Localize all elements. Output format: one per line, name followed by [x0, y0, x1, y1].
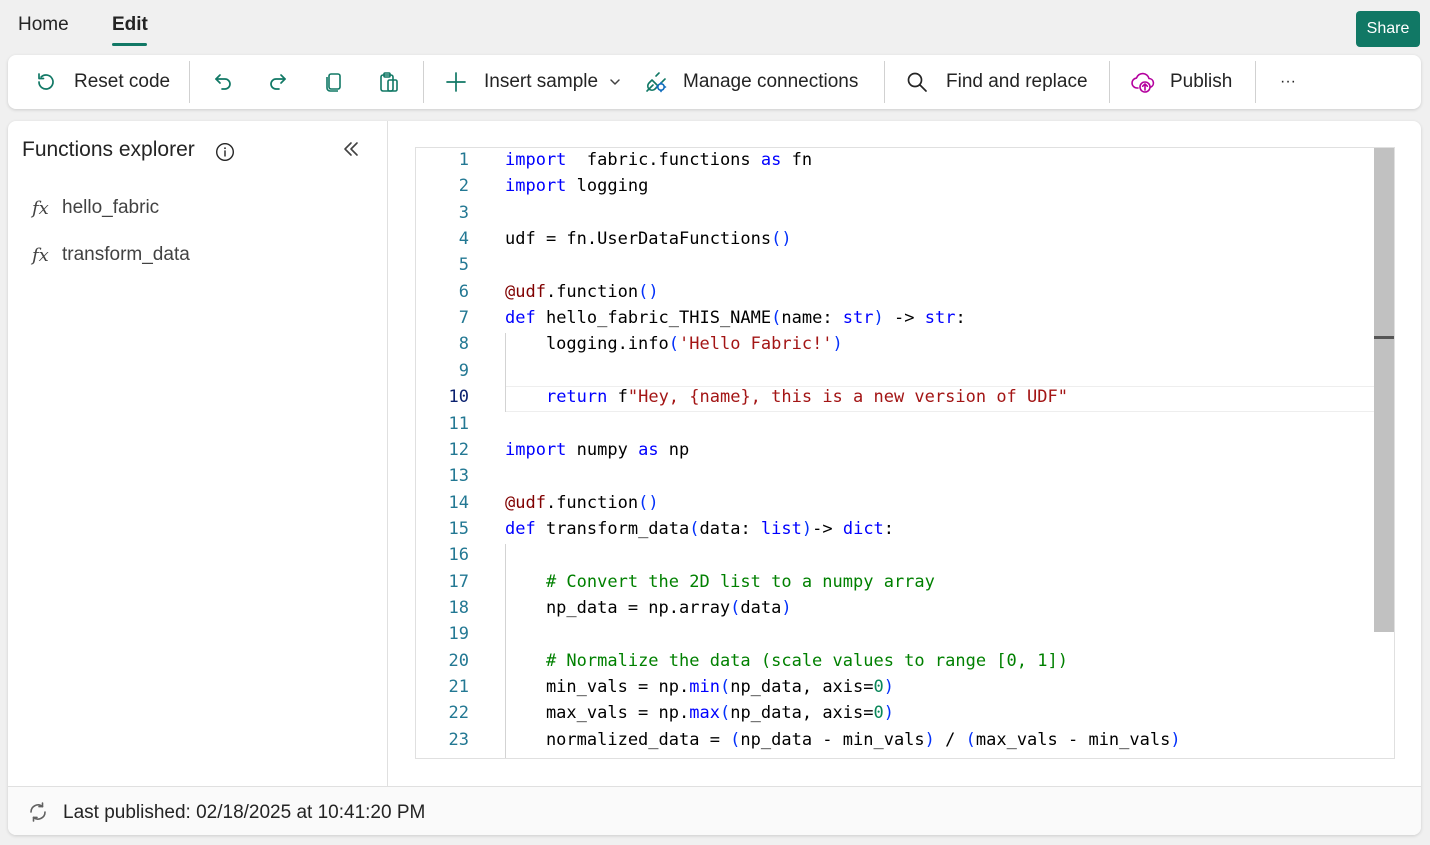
- line-number: 1: [458, 150, 469, 170]
- line-number: 15: [448, 518, 469, 539]
- function-icon: fx: [32, 197, 49, 219]
- paste-button[interactable]: [377, 55, 401, 109]
- code-area[interactable]: import fabric.functions as fn import logg…: [505, 148, 1374, 758]
- code-line: np_data = np.array(data): [505, 597, 792, 618]
- copy-icon: [326, 73, 341, 92]
- main-panel: Functions explorer fx hello_fabric fx tr…: [8, 121, 1421, 835]
- code-line: import numpy as np: [505, 439, 690, 460]
- copy-button[interactable]: [322, 55, 346, 109]
- more-options-icon: ···: [1280, 73, 1296, 90]
- code-editor[interactable]: 1 2 3 4 5 6 7 8 9 10 11 12 13 14 15 16 17 18 19 20 21 22 23 im…: [415, 147, 1395, 759]
- plus-icon: [446, 72, 466, 92]
- code-line: def transform_data(data: list)-> dict:: [505, 518, 895, 539]
- line-number: 11: [448, 413, 469, 434]
- line-number: 9: [458, 360, 469, 381]
- function-name: transform_data: [62, 244, 190, 265]
- reset-code-label: Reset code: [74, 71, 171, 92]
- line-number-gutter: 1 2 3 4 5 6 7 8 9 10 11 12 13 14 15 16 17 18 19 20 21 22 23: [416, 148, 505, 758]
- manage-connections-label: Manage connections: [683, 71, 859, 92]
- code-line: import logging: [505, 176, 649, 197]
- status-bar: Last published: 02/18/2025 at 10:41:20 P…: [8, 786, 1421, 835]
- line-number: 5: [458, 255, 469, 276]
- line-number: 23: [448, 729, 469, 750]
- toolbar-divider: [1255, 61, 1256, 103]
- line-number: 19: [448, 624, 469, 645]
- editor-scrollbar[interactable]: [1374, 148, 1394, 758]
- code-line: udf = fn.UserDataFunctions(): [505, 229, 792, 250]
- code-line: @udf.function(): [505, 281, 659, 302]
- tab-bar: Home Edit Share: [0, 0, 1430, 52]
- line-number: 21: [448, 677, 469, 697]
- line-number: 8: [458, 334, 469, 355]
- scrollbar-thumb[interactable]: [1374, 148, 1394, 632]
- code-line: # Normalize the data (scale values to ra…: [545, 650, 1068, 671]
- line-number: 16: [448, 545, 469, 566]
- code-line: normalized_data = (np_data - min_vals) /…: [505, 729, 1181, 750]
- line-number: 17: [448, 571, 469, 592]
- scrollbar-cursor-marker: [1374, 336, 1394, 339]
- function-item-transform-data[interactable]: fx transform_data: [32, 240, 190, 270]
- explorer-title: Functions explorer: [22, 138, 195, 161]
- line-number: 18: [448, 597, 469, 618]
- toolbar-divider: [1109, 61, 1110, 103]
- insert-sample-label: Insert sample: [484, 71, 599, 92]
- line-number: 10: [448, 387, 469, 408]
- tab-edit[interactable]: Edit: [112, 14, 148, 36]
- line-number: 22: [448, 703, 469, 724]
- reset-icon: [38, 73, 54, 90]
- code-line: min_vals = np.min(np_data, axis=0): [505, 677, 894, 697]
- line-number: 12: [448, 439, 469, 460]
- paste-icon: [380, 72, 398, 92]
- last-published-text: Last published: 02/18/2025 at 10:41:20 P…: [63, 802, 426, 823]
- line-number: 6: [458, 281, 469, 302]
- manage-connections-button[interactable]: Manage connections: [643, 55, 858, 109]
- code-line: max_vals = np.max(np_data, axis=0): [505, 703, 894, 724]
- cloud-upload-icon: [1131, 72, 1155, 93]
- tab-home[interactable]: Home: [18, 14, 69, 36]
- redo-button[interactable]: [266, 55, 290, 109]
- info-icon[interactable]: [215, 142, 235, 162]
- toolbar: Reset code Insert sample Manage connecti…: [8, 55, 1421, 109]
- line-number: 3: [458, 202, 469, 223]
- code-line: def hello_fabric_THIS_NAME(name: str) ->…: [505, 308, 966, 329]
- code-line: import fabric.functions as fn: [505, 150, 813, 170]
- functions-explorer: Functions explorer fx hello_fabric fx tr…: [8, 121, 388, 786]
- connections-icon: [646, 72, 667, 93]
- toolbar-divider: [423, 61, 424, 103]
- reset-code-button[interactable]: Reset code: [34, 55, 170, 109]
- find-replace-label: Find and replace: [946, 71, 1088, 92]
- line-number: 20: [448, 650, 469, 671]
- toolbar-divider: [884, 61, 885, 103]
- line-number: 2: [458, 176, 469, 197]
- undo-button[interactable]: [211, 55, 235, 109]
- code-line: return f"Hey, {name}, this is a new vers…: [545, 387, 1068, 408]
- more-options-button[interactable]: ···: [1280, 55, 1296, 109]
- line-number: 13: [448, 466, 469, 487]
- undo-icon: [215, 74, 231, 90]
- collapse-double-chevron-icon[interactable]: [342, 139, 360, 159]
- share-button[interactable]: Share: [1356, 11, 1420, 47]
- find-replace-button[interactable]: Find and replace: [905, 55, 1088, 109]
- code-line: @udf.function(): [505, 492, 659, 513]
- code-line: # Convert the 2D list to a numpy array: [545, 571, 935, 592]
- function-item-hello-fabric[interactable]: fx hello_fabric: [32, 193, 159, 223]
- toolbar-divider: [189, 61, 190, 103]
- search-icon: [907, 72, 927, 92]
- line-number: 4: [458, 229, 469, 250]
- function-icon: fx: [32, 244, 49, 266]
- insert-sample-button[interactable]: Insert sample: [444, 55, 622, 109]
- chevron-down-icon: [610, 79, 620, 85]
- sync-icon: [30, 802, 46, 822]
- line-number: 7: [458, 308, 469, 329]
- active-tab-indicator: [112, 43, 147, 46]
- publish-label: Publish: [1170, 71, 1233, 92]
- publish-button[interactable]: Publish: [1130, 55, 1232, 109]
- code-line: logging.info('Hello Fabric!'): [505, 334, 843, 355]
- line-number: 14: [448, 492, 469, 513]
- redo-icon: [270, 74, 286, 90]
- function-name: hello_fabric: [62, 197, 160, 218]
